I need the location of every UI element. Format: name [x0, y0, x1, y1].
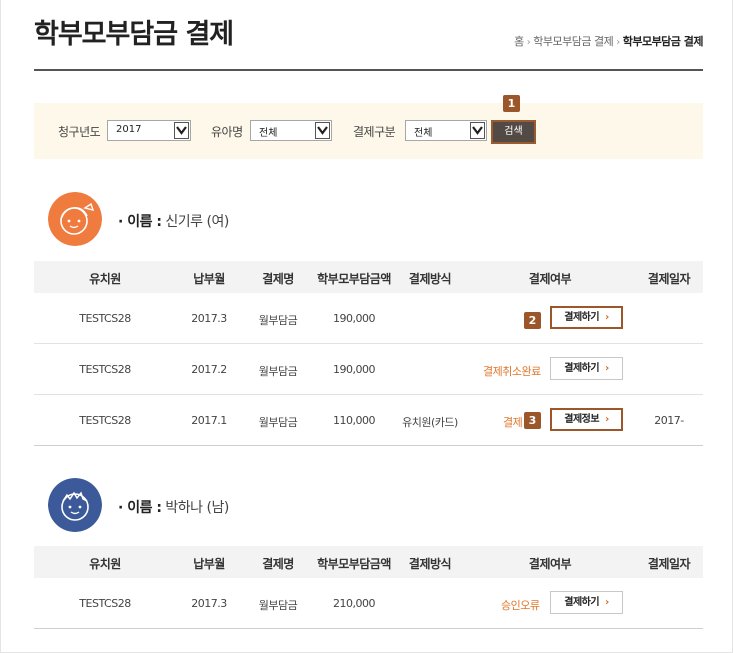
- child-name: · 이름 : 박하나 (남): [118, 497, 229, 517]
- cell-kindergarten: TESTCS28: [79, 363, 131, 376]
- cell-date: 2017-: [654, 414, 684, 427]
- col-amount: 학부모부담금액: [317, 557, 391, 571]
- chevron-down-icon[interactable]: [174, 122, 189, 139]
- payment-info-button[interactable]: 결제정보 ›: [550, 408, 623, 431]
- pay-button[interactable]: 결제하기 ›: [550, 591, 623, 614]
- cell-amount: 190,000: [333, 312, 376, 325]
- name-key: · 이름 :: [118, 214, 162, 230]
- paytype-select[interactable]: 전체: [405, 120, 487, 141]
- breadcrumb-section[interactable]: 학부모부담금 결제: [533, 35, 613, 48]
- step-badge-2: 2: [524, 312, 541, 329]
- cell-status: 결제: [503, 416, 523, 429]
- col-date: 결제일자: [647, 557, 691, 571]
- cell-item: 월부담금: [258, 416, 298, 429]
- step-badge-3: 3: [524, 412, 541, 429]
- pay-button[interactable]: 결제하기 ›: [550, 357, 623, 380]
- cell-month: 2017.1: [191, 414, 227, 427]
- child-name: · 이름 : 신기루 (여): [118, 211, 229, 231]
- col-status: 결제여부: [528, 272, 572, 286]
- cell-kindergarten: TESTCS28: [79, 597, 131, 610]
- cell-amount: 210,000: [333, 597, 376, 610]
- chevron-right-icon: ›: [526, 37, 531, 48]
- paytype-label: 결제구분: [353, 125, 396, 139]
- page-title: 학부모부담금 결제: [34, 19, 234, 50]
- cell-status: 결제취소완료: [483, 365, 541, 378]
- cell-kindergarten: TESTCS28: [79, 414, 131, 427]
- pay-button-label: 결제하기: [564, 597, 600, 608]
- pay-button[interactable]: 결제하기 ›: [550, 306, 623, 329]
- pay-button-label: 결제정보: [564, 414, 600, 425]
- chevron-down-icon[interactable]: [470, 122, 485, 139]
- name-value: 신기루 (여): [165, 214, 229, 230]
- chevron-right-icon: ›: [605, 363, 609, 374]
- breadcrumb-current: 학부모부담금 결제: [622, 35, 704, 48]
- cell-month: 2017.3: [191, 597, 227, 610]
- col-status: 결제여부: [528, 557, 572, 571]
- chevron-right-icon: ›: [605, 414, 609, 425]
- cell-method: 유치원(카드): [402, 416, 458, 429]
- name-value: 박하나 (남): [165, 500, 229, 516]
- breadcrumb: 홈 › 학부모부담금 결제 › 학부모부담금 결제: [514, 33, 703, 49]
- col-amount: 학부모부담금액: [317, 272, 391, 286]
- title-divider: [34, 69, 703, 71]
- col-method: 결제방식: [408, 557, 452, 571]
- col-item: 결제명: [262, 272, 294, 286]
- table-header: 유치원 납부월 결제명 학부모부담금액 결제방식 결제여부 결제일자: [34, 546, 703, 578]
- year-label: 청구년도: [58, 125, 101, 139]
- col-kindergarten: 유치원: [89, 272, 121, 286]
- child-label: 유아명: [211, 125, 243, 139]
- child-select[interactable]: 전체: [250, 120, 332, 141]
- pay-button-label: 결제하기: [564, 363, 600, 374]
- name-key: · 이름 :: [118, 500, 162, 516]
- col-date: 결제일자: [647, 272, 691, 286]
- cell-item: 월부담금: [258, 365, 298, 378]
- chevron-right-icon: ›: [605, 312, 609, 323]
- cell-status: 승인오류: [501, 599, 540, 612]
- year-select[interactable]: 2017: [107, 120, 191, 141]
- cell-kindergarten: TESTCS28: [79, 312, 131, 325]
- pay-button-label: 결제하기: [564, 312, 600, 323]
- chevron-right-icon: ›: [616, 37, 620, 48]
- chevron-right-icon: ›: [605, 597, 609, 608]
- cell-month: 2017.2: [191, 363, 227, 376]
- cell-month: 2017.3: [191, 312, 227, 325]
- step-badge-1: 1: [503, 95, 520, 112]
- cell-amount: 190,000: [333, 363, 376, 376]
- boy-avatar-icon: [48, 478, 102, 532]
- table-row: TESTCS28 2017.3 월부담금 210,000 승인오류 결제하기 ›: [34, 578, 703, 629]
- cell-item: 월부담금: [258, 314, 298, 327]
- col-item: 결제명: [262, 557, 294, 571]
- table-row: TESTCS28 2017.1 월부담금 110,000 유치원(카드) 결제 …: [34, 395, 703, 446]
- col-method: 결제방식: [408, 272, 452, 286]
- cell-item: 월부담금: [258, 599, 298, 612]
- breadcrumb-home[interactable]: 홈: [514, 35, 524, 48]
- table-row: TESTCS28 2017.3 월부담금 190,000 결제하기 ›: [34, 293, 703, 344]
- girl-avatar-icon: [48, 192, 102, 246]
- table-header: 유치원 납부월 결제명 학부모부담금액 결제방식 결제여부 결제일자: [34, 261, 703, 293]
- col-month: 납부월: [193, 272, 225, 286]
- paytype-select-value: 전체: [414, 128, 433, 139]
- col-month: 납부월: [193, 557, 225, 571]
- year-select-value: 2017: [116, 124, 142, 135]
- cell-amount: 110,000: [333, 414, 376, 427]
- filter-bar: 청구년도 2017 유아명 전체 결제구분 전체 검색: [34, 103, 703, 159]
- col-kindergarten: 유치원: [89, 557, 121, 571]
- table-row: TESTCS28 2017.2 월부담금 190,000 결제취소완료 결제하기…: [34, 344, 703, 395]
- child-select-value: 전체: [259, 128, 278, 139]
- chevron-down-icon[interactable]: [315, 122, 330, 139]
- search-button[interactable]: 검색: [491, 120, 536, 144]
